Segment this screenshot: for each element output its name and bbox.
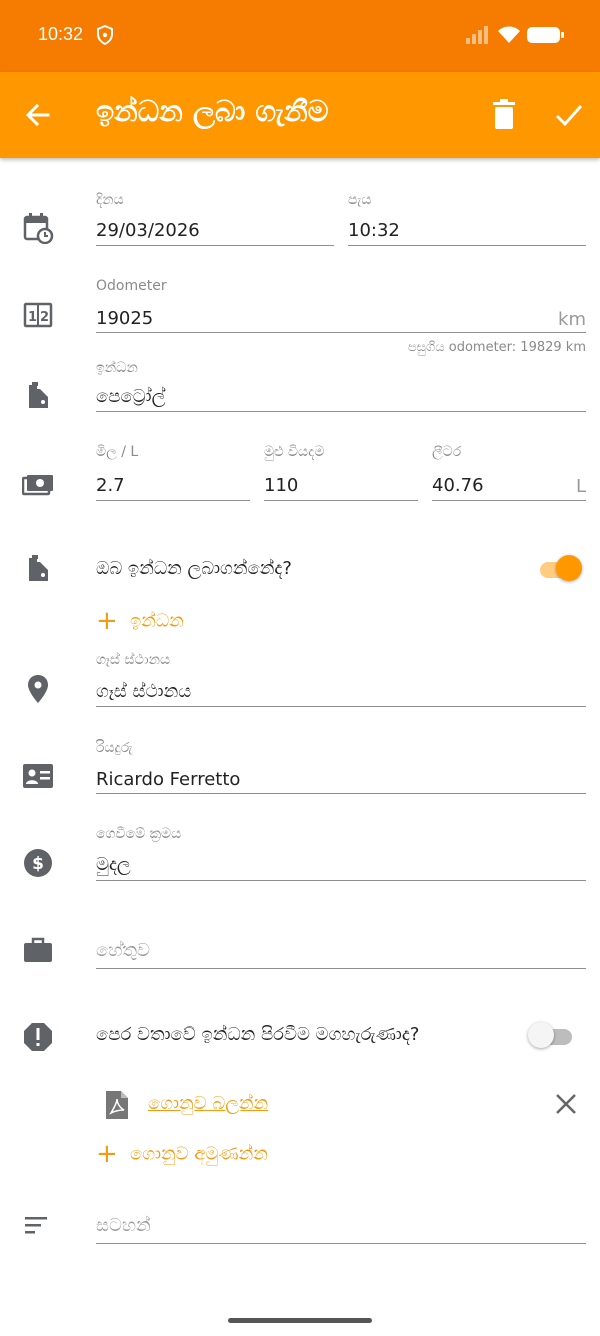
gas-station-label: ගෑස් ස්ථානය xyxy=(96,652,171,668)
fuel-label: ඉන්ධන xyxy=(96,360,138,376)
gas-station-field[interactable]: ගෑස් ස්ථානය ගෑස් ස්ථානය xyxy=(96,652,586,707)
odometer-underline xyxy=(96,332,586,333)
liters-label: ලීටර xyxy=(432,444,462,460)
dollar-circle-icon: $ xyxy=(24,849,52,877)
total-cost-underline xyxy=(264,500,418,501)
time-field[interactable]: පැය 10:32 xyxy=(348,192,586,246)
gas-station-underline xyxy=(96,706,586,707)
pdf-file-icon xyxy=(106,1091,128,1119)
close-icon[interactable] xyxy=(554,1092,578,1116)
reason-field[interactable]: හේතුව xyxy=(96,938,586,969)
shield-icon xyxy=(97,25,113,45)
liters-value: 40.76 xyxy=(432,475,484,496)
back-arrow-icon[interactable] xyxy=(22,99,54,131)
check-icon[interactable] xyxy=(552,98,586,132)
full-tank-switch-knob xyxy=(556,555,582,581)
plus-icon: + xyxy=(96,606,118,636)
svg-text:2: 2 xyxy=(40,310,49,325)
page-title: ඉන්ධන ලබා ගැනීම xyxy=(96,94,329,128)
fuel-underline xyxy=(96,411,586,412)
notes-field[interactable]: සටහන් xyxy=(96,1213,586,1245)
notes-icon xyxy=(25,1217,47,1234)
liters-unit: L xyxy=(575,476,586,497)
status-bar: 10:32 xyxy=(0,0,600,72)
driver-card-icon xyxy=(23,764,53,788)
time-label: පැය xyxy=(348,192,372,208)
full-tank-switch[interactable] xyxy=(538,555,584,583)
price-per-liter-underline xyxy=(96,500,250,501)
date-underline xyxy=(96,245,334,246)
missed-previous-switch[interactable] xyxy=(528,1022,574,1051)
time-value: 10:32 xyxy=(348,220,400,241)
view-document-link[interactable]: ගොනුව බලන්න xyxy=(148,1093,268,1114)
time-underline xyxy=(348,245,586,246)
gesture-nav-handle[interactable] xyxy=(228,1318,372,1323)
odometer-icon: 1 2 xyxy=(23,302,53,328)
add-fuel-label: ඉන්ධන xyxy=(130,610,184,632)
calendar-clock-icon xyxy=(23,213,54,244)
signal-icon xyxy=(466,26,488,44)
odometer-field[interactable]: Odometer 19025 km xyxy=(96,278,586,334)
gas-station-value: ගෑස් ස්ථානය xyxy=(96,681,192,702)
attach-document-label: ගොනුව අමුණන්න xyxy=(130,1143,268,1165)
payment-value: මුදල xyxy=(96,854,131,875)
full-tank-label: ඔබ ඉන්ධන ලබාගන්නේද? xyxy=(96,558,292,579)
total-cost-field[interactable]: මුළු වියදම 110 xyxy=(264,444,418,501)
odometer-unit: km xyxy=(558,309,586,330)
driver-field[interactable]: රියදුරු Ricardo Ferretto xyxy=(96,740,586,794)
payment-field[interactable]: ගෙවීමේ ක්‍රමය මුදල xyxy=(96,826,586,881)
reason-placeholder: හේතුව xyxy=(96,940,150,961)
payment-underline xyxy=(96,880,586,881)
liters-underline xyxy=(432,500,586,501)
reason-underline xyxy=(96,968,586,969)
app-bar: ඉන්ධන ලබා ගැනීම xyxy=(0,72,600,158)
briefcase-icon xyxy=(24,937,52,962)
odometer-hint: පසුගිය odometer: 19829 km xyxy=(407,340,586,355)
driver-underline xyxy=(96,793,586,794)
date-value: 29/03/2026 xyxy=(96,220,200,241)
fuel-field[interactable]: ඉන්ධන පෙට්‍රෝල් xyxy=(96,360,586,412)
odometer-label: Odometer xyxy=(96,278,167,294)
driver-label: රියදුරු xyxy=(96,740,133,756)
warning-octagon-icon xyxy=(24,1023,52,1051)
location-pin-icon xyxy=(28,675,48,703)
missed-previous-label: පෙර වතාවේ ඉන්ධන පිරවීම මගහැරුණාද? xyxy=(96,1024,420,1045)
wifi-icon xyxy=(498,26,520,43)
svg-text:1: 1 xyxy=(28,310,37,325)
driver-value: Ricardo Ferretto xyxy=(96,769,241,790)
price-per-liter-value: 2.7 xyxy=(96,475,125,496)
total-cost-value: 110 xyxy=(264,475,299,496)
payment-label: ගෙවීමේ ක්‍රමය xyxy=(96,826,182,842)
price-per-liter-field[interactable]: මිල / L 2.7 xyxy=(96,444,250,501)
battery-icon xyxy=(527,27,564,43)
svg-text:$: $ xyxy=(32,854,44,874)
missed-previous-switch-knob xyxy=(528,1022,554,1048)
odometer-value: 19025 xyxy=(96,308,154,329)
delete-icon[interactable] xyxy=(488,98,520,132)
plus-icon: + xyxy=(96,1139,118,1169)
add-fuel-button[interactable]: + ඉන්ධන xyxy=(96,606,184,636)
fuel-tag-icon xyxy=(29,555,48,581)
notes-underline xyxy=(96,1243,586,1244)
date-label: දිනය xyxy=(96,192,124,208)
price-per-liter-label: මිල / L xyxy=(96,444,139,460)
liters-field[interactable]: ලීටර 40.76 L xyxy=(432,444,586,501)
notes-placeholder: සටහන් xyxy=(96,1215,151,1236)
status-time: 10:32 xyxy=(38,24,84,44)
money-icon xyxy=(22,475,53,496)
fuel-value: පෙට්‍රෝල් xyxy=(96,386,166,407)
attach-document-button[interactable]: + ගොනුව අමුණන්න xyxy=(96,1139,268,1169)
fuel-tag-icon xyxy=(29,382,48,408)
date-field[interactable]: දිනය 29/03/2026 xyxy=(96,192,334,246)
total-cost-label: මුළු වියදම xyxy=(264,444,325,460)
